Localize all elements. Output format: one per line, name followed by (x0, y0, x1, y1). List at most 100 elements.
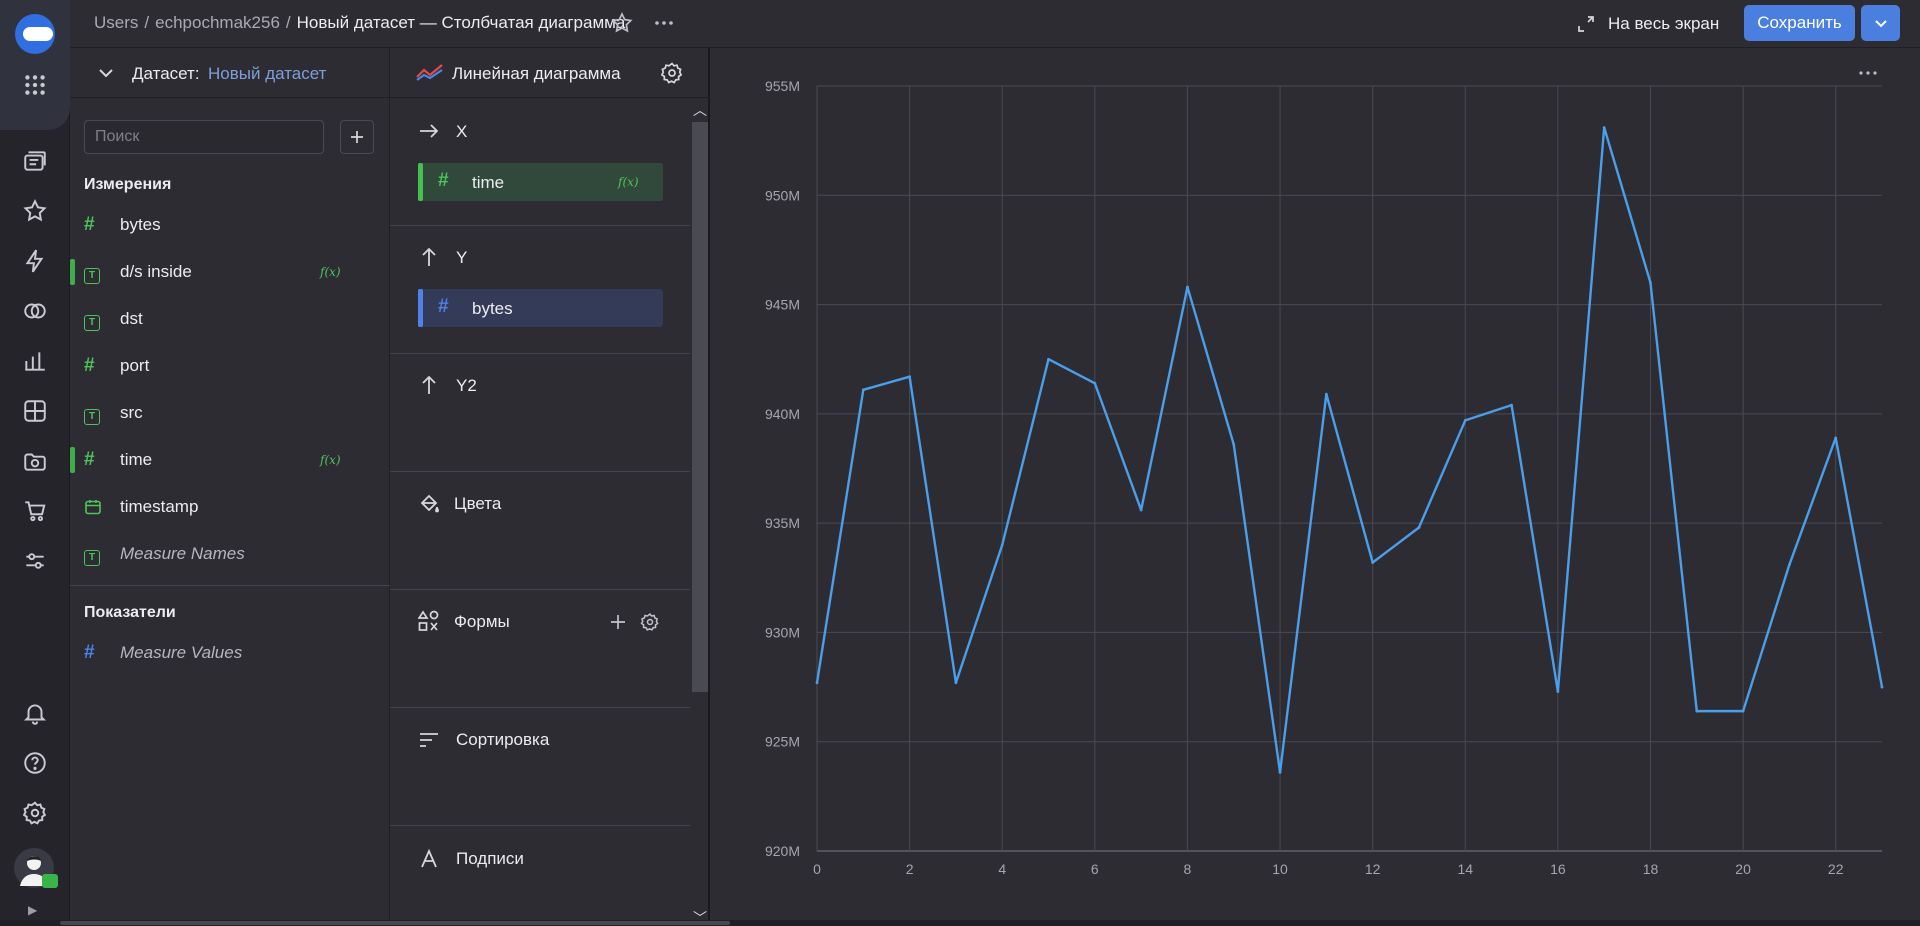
line-chart-icon (416, 62, 444, 82)
cart-icon[interactable] (22, 498, 48, 524)
labels-section[interactable]: Подписи (390, 826, 690, 926)
breadcrumb-user-folder[interactable]: echpochmak256 (155, 13, 280, 32)
data-point (1139, 508, 1143, 512)
wizard-scrollbar[interactable]: ︿ ﹀ (690, 100, 710, 926)
fullscreen-label: На весь экран (1608, 14, 1720, 33)
number-type-icon: # (84, 355, 95, 376)
x-tick-label: 8 (1184, 861, 1192, 877)
x-tick-label: 22 (1828, 861, 1844, 877)
favorite-star-icon[interactable] (610, 11, 634, 35)
plus-icon[interactable] (608, 612, 628, 632)
shapes-section[interactable]: Формы (390, 590, 690, 708)
x-field-name: time (472, 173, 505, 192)
y2-section[interactable]: Y2 (390, 354, 690, 472)
y-tick-label: 955M (765, 78, 800, 94)
fullscreen-button[interactable]: На весь экран (1576, 11, 1719, 37)
field-search-input[interactable] (84, 120, 324, 154)
breadcrumb-users[interactable]: Users (94, 13, 138, 32)
dimension-item-port[interactable]: # port (70, 346, 390, 386)
data-point (861, 388, 865, 392)
charts-icon[interactable] (22, 348, 48, 374)
dimension-item-time[interactable]: # time f(x) (70, 440, 390, 480)
x-tick-label: 4 (998, 861, 1006, 877)
formula-marker (70, 447, 75, 473)
collections-icon[interactable] (22, 148, 48, 174)
settings-gear-icon[interactable] (660, 61, 684, 85)
chevron-up-icon[interactable]: ︿ (693, 100, 707, 120)
dashboards-icon[interactable] (22, 398, 48, 424)
text-type-icon: T (84, 263, 102, 284)
data-point (1602, 126, 1606, 129)
app-logo[interactable] (15, 14, 55, 54)
data-point (1186, 285, 1189, 289)
x-field-chip[interactable]: # time f(x) (418, 163, 663, 201)
y-section-label: Y (456, 248, 468, 267)
dimension-item-timestamp[interactable]: timestamp (70, 487, 390, 527)
data-point (1047, 357, 1050, 361)
add-field-button[interactable] (340, 120, 374, 154)
field-name: dst (120, 309, 143, 328)
page-title: Новый датасет — Столбчатая диаграмма (296, 13, 626, 32)
scrollbar-thumb[interactable] (692, 122, 708, 692)
sort-section[interactable]: Сортировка (390, 708, 690, 826)
measure-item-measure-values[interactable]: # Measure Values (70, 633, 390, 673)
field-name: port (120, 356, 150, 375)
data-point (1417, 526, 1421, 529)
more-icon[interactable] (1857, 65, 1879, 81)
dimension-item-measure-names[interactable]: T Measure Names (70, 534, 390, 574)
horizontal-scrollbar[interactable] (0, 920, 1920, 926)
settings-gear-icon[interactable] (640, 612, 660, 632)
formula-icon: f(x) (618, 175, 639, 189)
dimension-item-dst[interactable]: T dst (70, 299, 390, 339)
sliders-icon[interactable] (22, 548, 48, 574)
series-line (815, 126, 1884, 774)
y-field-chip[interactable]: # bytes (418, 289, 663, 327)
field-name: Measure Names (120, 544, 245, 563)
more-actions-icon[interactable] (652, 11, 676, 35)
dataset-panel: Датасет: Новый датасет Измерения # bytes… (70, 48, 390, 926)
field-name: d/s inside (120, 262, 192, 281)
save-button[interactable]: Сохранить (1744, 5, 1855, 41)
settings-gear-icon[interactable] (22, 800, 48, 826)
dataset-header: Датасет: Новый датасет (70, 48, 390, 98)
user-avatar[interactable] (14, 848, 58, 888)
lightning-icon[interactable] (22, 248, 48, 274)
scrollbar-thumb[interactable] (60, 921, 730, 925)
chip-marker (418, 163, 423, 201)
number-type-icon: # (438, 170, 449, 191)
y-tick-label: 925M (765, 734, 800, 750)
data-point (1880, 685, 1884, 689)
fullscreen-icon (1576, 14, 1596, 34)
visualization-header[interactable]: Линейная диаграмма (390, 48, 710, 98)
help-icon[interactable] (22, 750, 48, 776)
dimension-item-bytes[interactable]: # bytes (70, 205, 390, 245)
expand-rail-icon[interactable]: ▶ (28, 903, 42, 917)
data-point (1324, 392, 1328, 396)
formula-icon: f(x) (320, 265, 341, 279)
dimension-item-src[interactable]: T src (70, 393, 390, 433)
datasets-icon[interactable] (22, 448, 48, 474)
connections-icon[interactable] (22, 298, 48, 324)
chevron-down-icon[interactable] (96, 63, 116, 83)
apps-grid-icon[interactable] (22, 72, 48, 98)
formula-marker (70, 259, 75, 285)
data-point (815, 681, 819, 685)
data-point (1741, 709, 1745, 713)
section-divider (70, 585, 390, 586)
y-tick-label: 950M (765, 187, 800, 203)
y-tick-label: 930M (765, 624, 800, 640)
dataset-label: Датасет: (132, 64, 200, 83)
save-options-button[interactable] (1861, 5, 1900, 41)
x-tick-label: 20 (1735, 861, 1751, 877)
bell-icon[interactable] (22, 700, 48, 726)
chevron-down-icon (1874, 20, 1887, 28)
dataset-name-link[interactable]: Новый датасет (208, 64, 326, 84)
dimension-item-ds-inside[interactable]: T d/s inside f(x) (70, 252, 390, 292)
star-icon[interactable] (22, 198, 48, 224)
sort-icon (418, 729, 440, 751)
paint-bucket-icon (418, 492, 440, 514)
top-header: Users / echpochmak256 / Новый датасет — Стол… (70, 0, 1920, 48)
y-tick-label: 945M (765, 297, 800, 313)
colors-section[interactable]: Цвета (390, 472, 690, 590)
x-tick-label: 0 (813, 861, 821, 877)
